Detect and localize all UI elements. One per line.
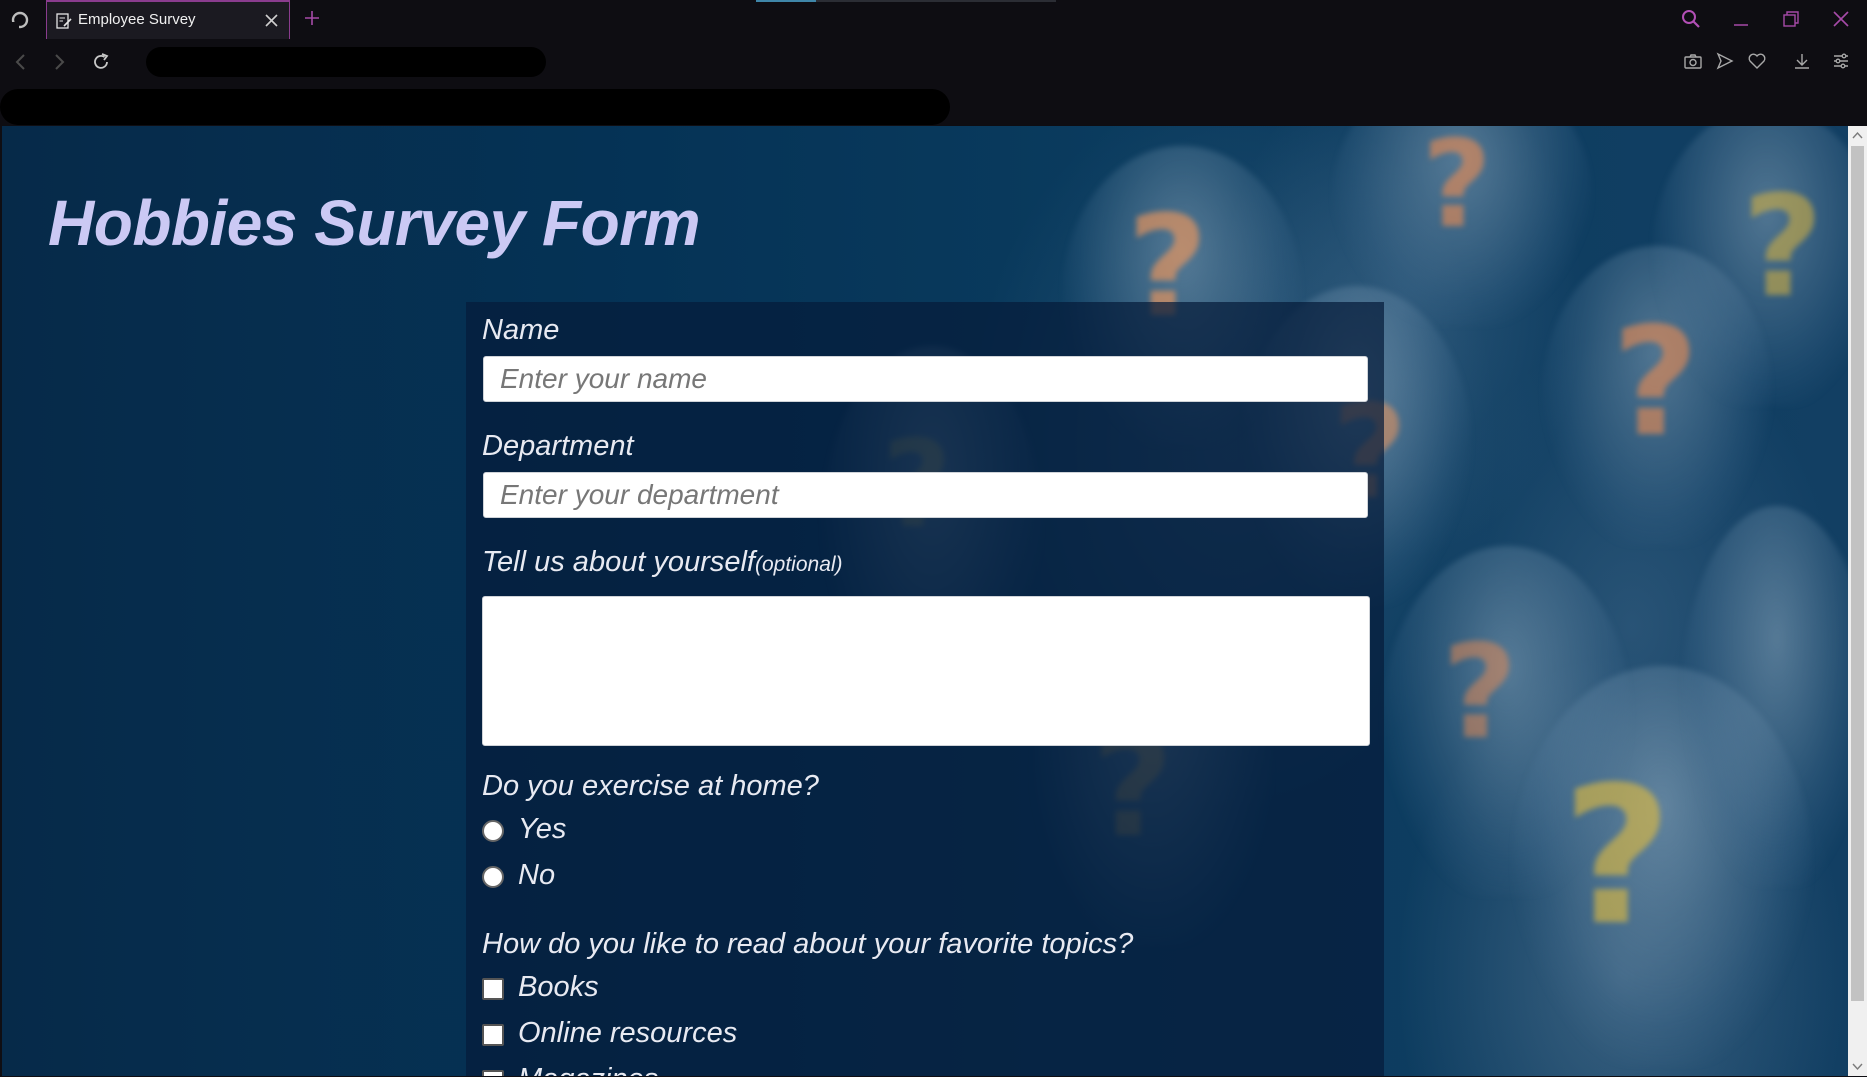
survey-form: Name Department Tell us about yourself(o… <box>466 302 1384 1076</box>
about-label-text: Tell us about yourself <box>482 546 755 578</box>
reading-option-label: Magazines <box>518 1063 658 1076</box>
checkbox-online-resources[interactable] <box>482 1024 504 1046</box>
reading-option-label: Books <box>518 971 599 1003</box>
name-input[interactable] <box>483 356 1368 402</box>
tab-employee-survey[interactable]: Employee Survey <box>46 0 290 39</box>
address-toolbar <box>0 39 1867 126</box>
close-window-icon[interactable] <box>1830 8 1852 30</box>
checkbox-magazines[interactable] <box>482 1070 504 1076</box>
loading-indicator <box>756 0 1056 2</box>
radio-yes[interactable] <box>482 820 504 842</box>
radio-no[interactable] <box>482 866 504 888</box>
about-label: Tell us about yourself(optional) <box>482 546 843 579</box>
download-icon[interactable] <box>1792 51 1812 71</box>
reading-option-label: Online resources <box>518 1017 738 1049</box>
scroll-down-icon[interactable] <box>1852 1061 1863 1072</box>
scrollbar-thumb[interactable] <box>1851 146 1864 1001</box>
about-textarea[interactable] <box>482 596 1370 746</box>
department-input[interactable] <box>483 472 1368 518</box>
exercise-option-label: No <box>518 859 556 891</box>
page-viewport: ? ? ? ? ? ? ? ? ? Hobbies Survey Form Na… <box>2 126 1848 1076</box>
exercise-question: Do you exercise at home? <box>482 770 819 802</box>
forward-arrow-icon[interactable] <box>48 51 70 73</box>
plus-icon[interactable] <box>302 8 322 28</box>
name-label: Name <box>482 314 560 346</box>
scroll-up-icon[interactable] <box>1852 130 1863 141</box>
minimize-icon[interactable] <box>1730 8 1752 30</box>
reload-icon[interactable] <box>90 51 112 73</box>
restore-icon[interactable] <box>1780 8 1802 30</box>
camera-icon[interactable] <box>1683 51 1703 71</box>
search-icon[interactable] <box>1680 8 1702 30</box>
settings-sliders-icon[interactable] <box>1831 51 1851 71</box>
redacted-bookmarks <box>0 89 950 125</box>
tab-bar: Employee Survey <box>0 0 1867 39</box>
reading-question: How do you like to read about your favor… <box>482 928 1134 960</box>
opera-logo-icon[interactable] <box>10 10 30 30</box>
vertical-scrollbar[interactable] <box>1848 126 1867 1076</box>
checkbox-books[interactable] <box>482 978 504 1000</box>
heart-icon[interactable] <box>1747 51 1767 71</box>
send-icon[interactable] <box>1715 51 1735 71</box>
redacted-address-bar[interactable] <box>146 47 546 77</box>
back-arrow-icon[interactable] <box>10 51 32 73</box>
optional-note: (optional) <box>754 553 843 576</box>
edit-document-icon <box>56 13 72 29</box>
exercise-option-label: Yes <box>518 813 567 845</box>
close-tab-icon[interactable] <box>264 13 279 28</box>
tab-title: Employee Survey <box>78 11 196 28</box>
page-title: Hobbies Survey Form <box>48 187 701 259</box>
department-label: Department <box>482 430 634 462</box>
